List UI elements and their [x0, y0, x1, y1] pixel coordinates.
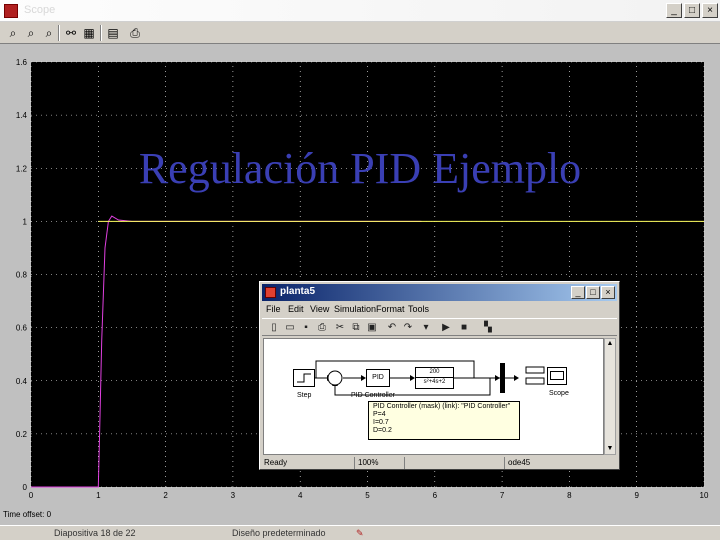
- redo-icon[interactable]: ↷: [402, 322, 414, 334]
- copy-icon[interactable]: ⧉: [350, 322, 362, 334]
- close-button[interactable]: ×: [702, 3, 718, 18]
- sum-block[interactable]: [327, 370, 343, 386]
- simulink-window[interactable]: planta5 _ □ × File Edit View Simulation …: [259, 281, 620, 470]
- transfer-function-block[interactable]: 200 s²+4s+2: [415, 367, 454, 389]
- sim-minimize-button[interactable]: _: [571, 286, 585, 299]
- maximize-button[interactable]: □: [684, 3, 700, 18]
- y-tick-label: 0.6: [16, 324, 28, 333]
- y-tick-label: 0.8: [16, 271, 28, 280]
- design-name: Diseño predeterminado: [232, 528, 326, 538]
- zoom-x-icon[interactable]: ⌕: [22, 24, 40, 42]
- save-axes-icon[interactable]: ▦: [80, 24, 98, 42]
- y-tick-label: 0.4: [16, 377, 28, 386]
- simulink-toolbar: ▯ ▭ ▪ ⎙ ✂ ⧉ ▣ ↶ ↷ ▾ ▶ ■ ▚: [262, 318, 617, 336]
- step-block-label: Step: [297, 392, 312, 399]
- y-tick-label: 0.2: [16, 430, 28, 439]
- binoculars-icon[interactable]: ⚯: [62, 24, 80, 42]
- x-tick-label: 9: [634, 491, 639, 500]
- menu-file[interactable]: File: [266, 304, 281, 314]
- y-tick-label: 0: [23, 483, 28, 492]
- scope-block-label: Scope: [549, 390, 569, 397]
- mux-block[interactable]: [500, 363, 505, 393]
- status-ready: Ready: [264, 458, 288, 467]
- scope-toolbar: ⌕ ⌕ ⌕ ⚯ ▦ ▤ ⎙: [0, 22, 720, 44]
- zoom-y-icon[interactable]: ⌕: [40, 24, 58, 42]
- status-zoom: 100%: [358, 458, 379, 467]
- params-icon[interactable]: ▤: [104, 24, 122, 42]
- x-tick-label: 4: [298, 491, 303, 500]
- print-icon[interactable]: ⎙: [316, 322, 328, 334]
- simulink-icon: [265, 287, 276, 298]
- save-icon[interactable]: ▪: [300, 322, 312, 334]
- print-icon[interactable]: ⎙: [126, 24, 144, 42]
- menu-simulation[interactable]: Simulation: [334, 304, 376, 314]
- x-tick-label: 1: [96, 491, 101, 500]
- simulink-title: planta5: [280, 286, 316, 297]
- toolbar-separator: [100, 25, 102, 41]
- x-tick-label: 0: [29, 491, 34, 500]
- time-offset-label: Time offset: 0: [3, 510, 52, 519]
- dropdown-icon[interactable]: ▾: [420, 322, 432, 334]
- status-divider: [404, 457, 405, 469]
- pid-block-label: PID Controller: [351, 392, 395, 399]
- matlab-icon: [4, 4, 18, 18]
- menu-edit[interactable]: Edit: [288, 304, 304, 314]
- x-tick-label: 5: [365, 491, 370, 500]
- step-block[interactable]: [293, 369, 315, 387]
- stop-icon[interactable]: ■: [458, 322, 470, 334]
- status-divider: [354, 457, 355, 469]
- y-tick-label: 1.4: [16, 111, 28, 120]
- status-solver: ode45: [508, 458, 531, 467]
- sim-close-button[interactable]: ×: [601, 286, 615, 299]
- tooltip-p: P=4: [373, 411, 386, 418]
- x-tick-label: 6: [433, 491, 438, 500]
- sim-maximize-button[interactable]: □: [586, 286, 600, 299]
- menu-format[interactable]: Format: [376, 304, 405, 314]
- scope-block[interactable]: [547, 367, 567, 385]
- library-icon[interactable]: ▚: [482, 322, 494, 334]
- x-tick-label: 2: [163, 491, 168, 500]
- model-canvas[interactable]: Step PID PID Controller 200 s²+4s+2 Scop…: [263, 338, 604, 455]
- x-tick-label: 8: [567, 491, 572, 500]
- menu-view[interactable]: View: [310, 304, 329, 314]
- x-tick-label: 7: [500, 491, 505, 500]
- menu-tools[interactable]: Tools: [408, 304, 429, 314]
- x-tick-label: 10: [700, 491, 709, 500]
- y-tick-label: 1.6: [16, 58, 28, 67]
- open-icon[interactable]: ▭: [284, 322, 296, 334]
- new-icon[interactable]: ▯: [268, 322, 280, 334]
- tooltip-d: D=0.2: [373, 427, 392, 434]
- vertical-scrollbar[interactable]: ▲ ▼: [604, 338, 616, 455]
- slide-counter: Diapositiva 18 de 22: [54, 528, 136, 538]
- pid-block[interactable]: PID: [366, 369, 390, 387]
- scroll-down-icon[interactable]: ▼: [605, 444, 615, 454]
- tooltip-title: PID Controller (mask) (link): "PID Contr…: [373, 403, 511, 410]
- tf-denominator: s²+4s+2: [416, 377, 453, 387]
- tooltip-i: I=0.7: [373, 419, 389, 426]
- simulink-statusbar: Ready 100% ode45: [262, 457, 617, 469]
- status-bar: Diapositiva 18 de 22 Diseño predetermina…: [0, 525, 720, 540]
- simulink-menubar: File Edit View Simulation Format Tools: [262, 302, 617, 317]
- window-title: Scope: [24, 4, 56, 16]
- minimize-button[interactable]: _: [666, 3, 682, 18]
- undo-icon[interactable]: ↶: [386, 322, 398, 334]
- y-tick-label: 1: [23, 217, 28, 226]
- toolbar-separator: [58, 25, 60, 41]
- pid-tooltip: PID Controller (mask) (link): "PID Contr…: [368, 401, 520, 440]
- play-icon[interactable]: ▶: [440, 322, 452, 334]
- slide-title: Regulación PID Ejemplo: [138, 144, 582, 193]
- scroll-up-icon[interactable]: ▲: [605, 339, 615, 349]
- status-divider: [504, 457, 505, 469]
- zoom-in-icon[interactable]: ⌕: [4, 24, 22, 42]
- spellcheck-icon[interactable]: ✎: [356, 528, 364, 539]
- x-tick-label: 3: [231, 491, 236, 500]
- simulink-title-bar: planta5 _ □ ×: [262, 284, 617, 301]
- title-bar: Scope _ □ ×: [0, 0, 720, 22]
- tf-numerator: 200: [429, 369, 440, 375]
- cut-icon[interactable]: ✂: [334, 322, 346, 334]
- paste-icon[interactable]: ▣: [366, 322, 378, 334]
